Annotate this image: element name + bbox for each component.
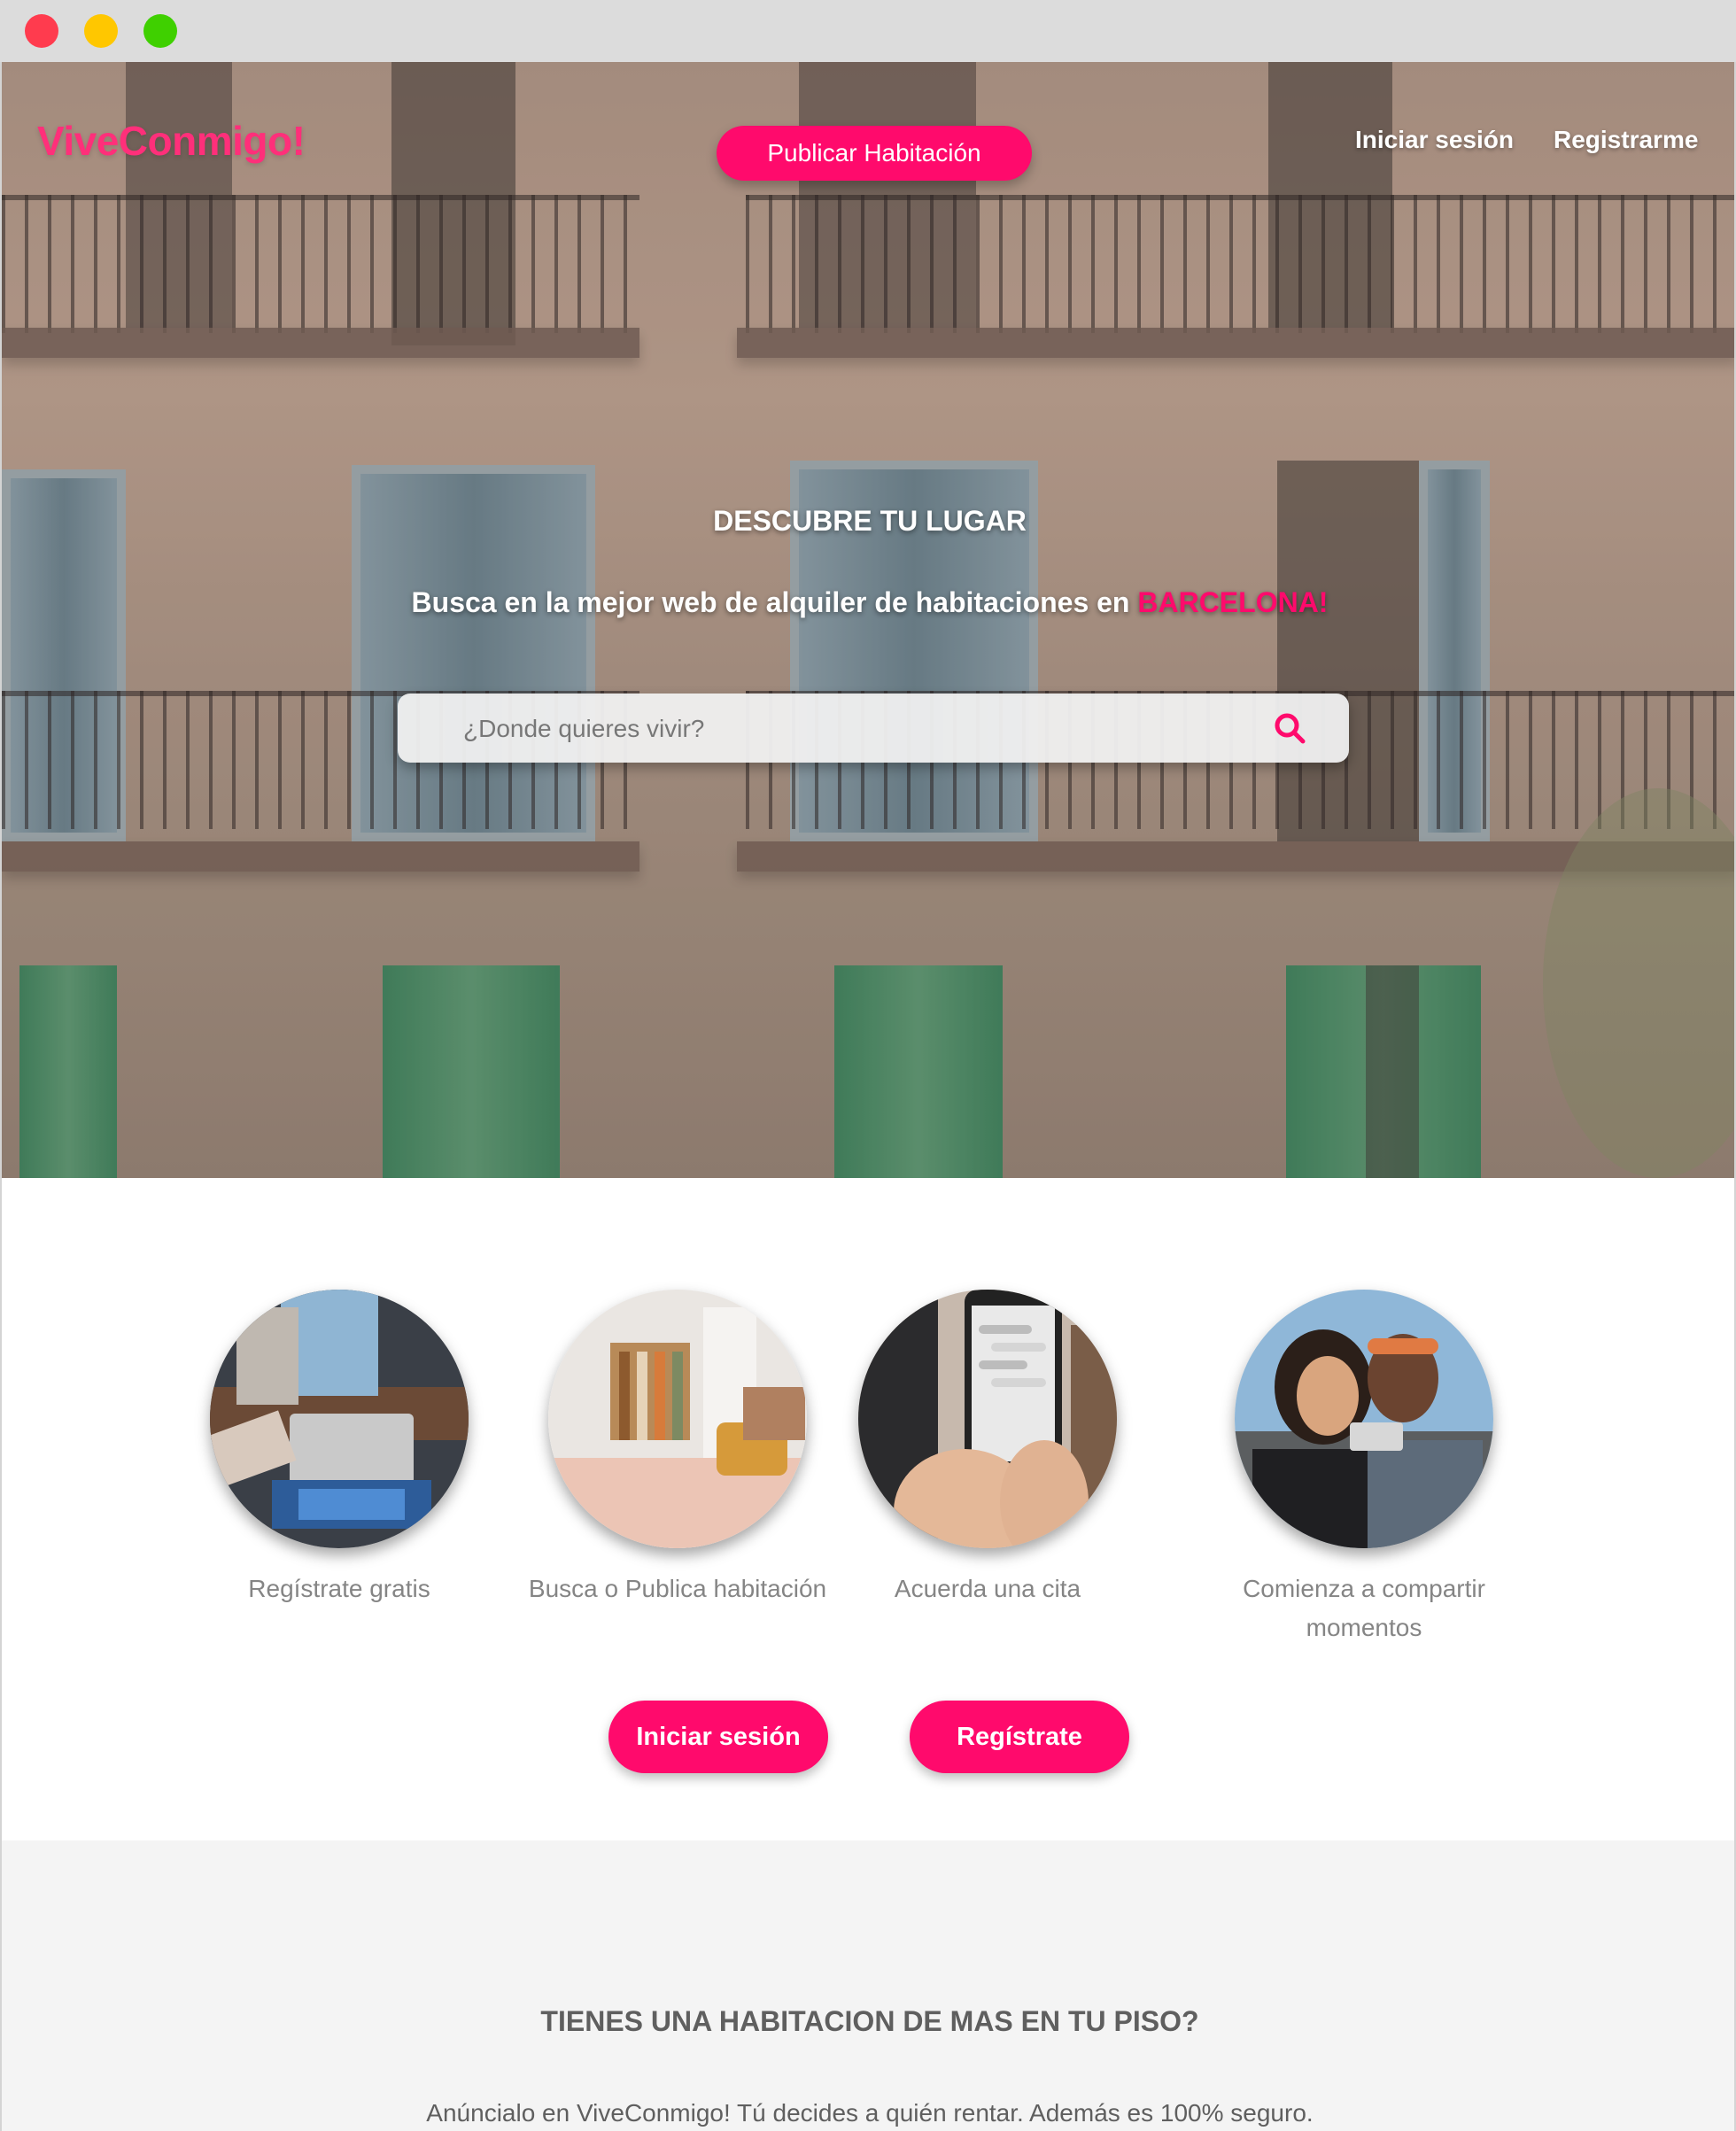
window-titlebar xyxy=(0,0,1736,63)
laptop-photo xyxy=(210,1290,469,1548)
list-room-section: TIENES UNA HABITACION DE MAS EN TU PISO?… xyxy=(2,1840,1734,2131)
search-bar xyxy=(398,694,1349,763)
how-it-works-section: Regístrate gratis Busca o Publica habita… xyxy=(2,1178,1734,1851)
hero-subtitle-city: BARCELONA! xyxy=(1137,586,1329,618)
cta-text: Anúncialo en ViveConmigo! Tú decides a q… xyxy=(426,2099,1314,2127)
browser-viewport: ViveConmigo! Publicar Habitación Iniciar… xyxy=(0,62,1736,2131)
hero-subtitle: Busca en la mejor web de alquiler de hab… xyxy=(2,586,1734,619)
phone-chat-photo xyxy=(858,1290,1117,1548)
cta-title: TIENES UNA HABITACION DE MAS EN TU PISO? xyxy=(540,2005,1199,2037)
step-label: Busca o Publica habitación xyxy=(528,1575,827,1602)
bedroom-photo xyxy=(548,1290,807,1548)
site-logo[interactable]: ViveConmigo! xyxy=(37,117,306,165)
publish-room-button[interactable]: Publicar Habitación xyxy=(717,126,1032,181)
nav-login-link[interactable]: Iniciar sesión xyxy=(1355,126,1514,154)
step-label: Comienza a compartir momentos xyxy=(1243,1575,1485,1641)
register-button[interactable]: Regístrate xyxy=(910,1701,1129,1773)
step-label: Regístrate gratis xyxy=(248,1575,430,1602)
hero-section: ViveConmigo! Publicar Habitación Iniciar… xyxy=(2,62,1734,1178)
search-icon[interactable] xyxy=(1271,709,1308,747)
hero-subtitle-text: Busca en la mejor web de alquiler de hab… xyxy=(411,586,1138,618)
hero-title: DESCUBRE TU LUGAR xyxy=(713,505,1027,537)
maximize-window-icon[interactable] xyxy=(143,14,177,48)
minimize-window-icon[interactable] xyxy=(84,14,118,48)
search-input[interactable] xyxy=(461,709,1227,748)
nav-register-link[interactable]: Registrarme xyxy=(1554,126,1698,154)
step-label: Acuerda una cita xyxy=(894,1575,1081,1602)
friends-selfie-photo xyxy=(1235,1290,1493,1548)
close-window-icon[interactable] xyxy=(25,14,58,48)
login-button[interactable]: Iniciar sesión xyxy=(608,1701,828,1773)
